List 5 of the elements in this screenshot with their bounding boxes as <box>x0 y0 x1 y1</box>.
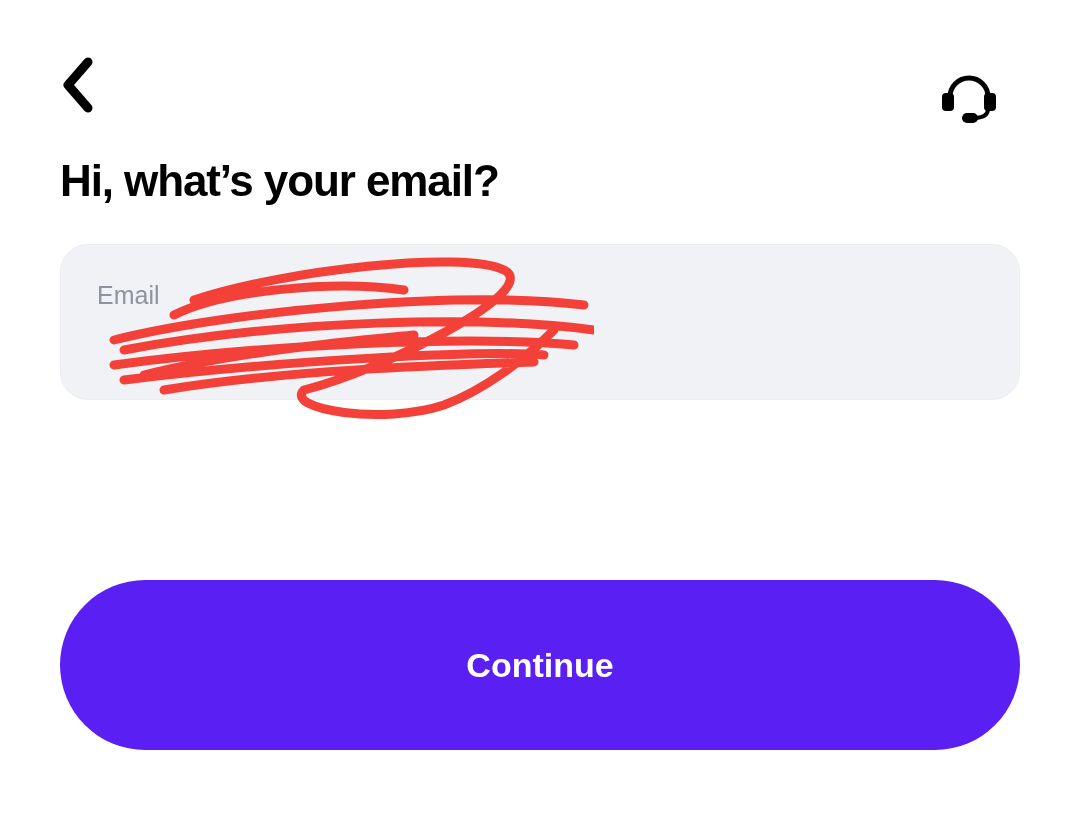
continue-button[interactable]: Continue <box>60 580 1020 750</box>
field-label: Email <box>97 281 160 309</box>
headset-icon <box>940 75 998 125</box>
back-icon <box>60 57 94 113</box>
page-title: Hi, what’s your email? <box>60 155 500 207</box>
